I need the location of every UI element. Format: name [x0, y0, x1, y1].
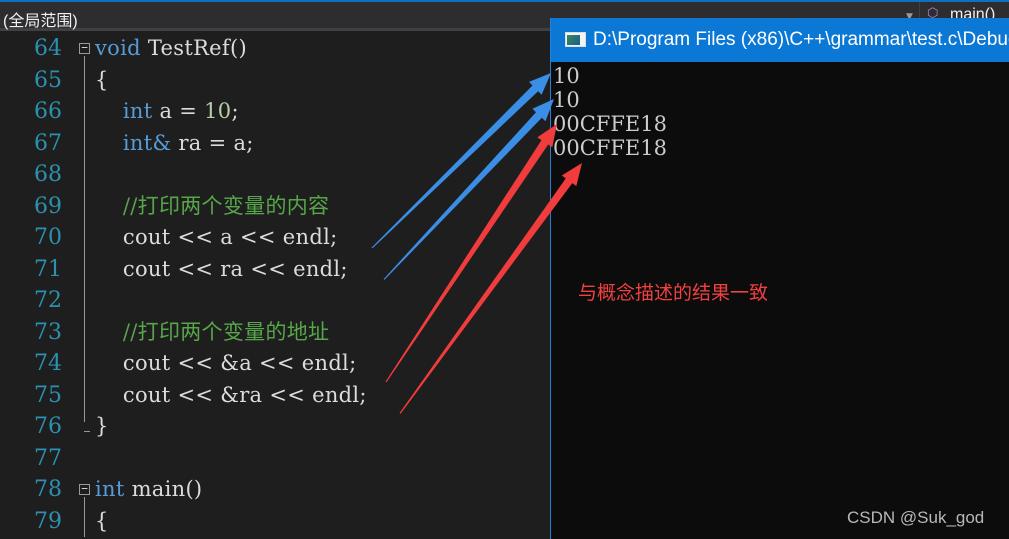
code-text: int a = 10; [95, 96, 239, 127]
code-text: int& ra = a; [95, 128, 254, 159]
code-editor[interactable]: 64− void TestRef() 65{66 int a = 10; 67 int… [0, 33, 560, 539]
code-text: //打印两个变量的地址 [95, 317, 329, 348]
code-text: { [95, 65, 109, 96]
line-number: 65 [34, 67, 62, 93]
code-line[interactable]: 77 [0, 443, 560, 475]
code-token: cout << &ra << endl; [95, 382, 367, 407]
code-token: TestRef() [140, 36, 247, 60]
code-token: { [95, 508, 109, 533]
scope-dropdown[interactable]: (全局范围) [3, 7, 78, 31]
fold-guide [84, 497, 85, 537]
line-number: 70 [34, 225, 62, 250]
line-number: 67 [34, 130, 62, 156]
line-number: 76 [34, 414, 62, 439]
keyword: int [95, 99, 153, 123]
annotation-text: 与概念描述的结果一致 [578, 282, 769, 304]
keyword: int [95, 477, 125, 501]
console-output-line: 00CFFE18 [553, 136, 667, 160]
fold-guide-end [84, 431, 90, 432]
code-text: void TestRef() [95, 33, 247, 64]
code-text: cout << &ra << endl; [95, 380, 367, 411]
line-number: 64 [34, 36, 62, 61]
line-number: 79 [34, 508, 62, 534]
console-output-line: 10 [553, 88, 580, 112]
code-text: { [95, 506, 109, 537]
number-literal: 10 [204, 99, 232, 123]
console-app-icon [565, 32, 586, 47]
comment: //打印两个变量的内容 [95, 193, 330, 218]
code-token: { [95, 67, 109, 92]
line-number: 72 [34, 288, 62, 313]
code-token: cout << a << endl; [95, 225, 338, 249]
code-text: //打印两个变量的内容 [95, 191, 329, 222]
collapse-icon[interactable]: − [79, 483, 90, 495]
line-number: 78 [34, 477, 62, 502]
keyword: void [95, 36, 141, 60]
code-token: a = [152, 99, 205, 123]
line-number: 73 [34, 319, 62, 345]
code-token: main() [124, 477, 203, 501]
line-number: 77 [34, 445, 62, 471]
line-number: 71 [34, 256, 62, 282]
code-token: ra = a; [171, 130, 254, 155]
keyword: int& [95, 130, 172, 155]
code-text: cout << &a << endl; [95, 348, 356, 379]
code-text: } [95, 411, 109, 442]
fold-guide [84, 56, 85, 422]
code-token: ; [231, 99, 239, 123]
console-output-line: 00CFFE18 [553, 112, 667, 136]
watermark: CSDN @Suk_god [847, 508, 985, 527]
code-text: int main() [95, 474, 202, 505]
code-text: cout << ra << endl; [95, 254, 348, 285]
code-token: cout << ra << endl; [95, 256, 348, 281]
line-number: 69 [34, 193, 62, 219]
line-number: 66 [34, 99, 62, 124]
line-number: 74 [34, 351, 62, 376]
code-token: } [95, 414, 109, 438]
console-output-line: 10 [553, 64, 580, 88]
console-title: D:\Program Files (x86)\C++\grammar\test.… [593, 29, 1009, 50]
comment: //打印两个变量的地址 [95, 319, 330, 344]
console-title-bar[interactable]: D:\Program Files (x86)\C++\grammar\test.… [551, 18, 1009, 62]
code-text: cout << a << endl; [95, 222, 337, 253]
line-number: 75 [34, 382, 62, 408]
code-token: cout << &a << endl; [95, 351, 357, 375]
line-number: 68 [34, 162, 62, 187]
collapse-icon[interactable]: − [79, 42, 90, 54]
